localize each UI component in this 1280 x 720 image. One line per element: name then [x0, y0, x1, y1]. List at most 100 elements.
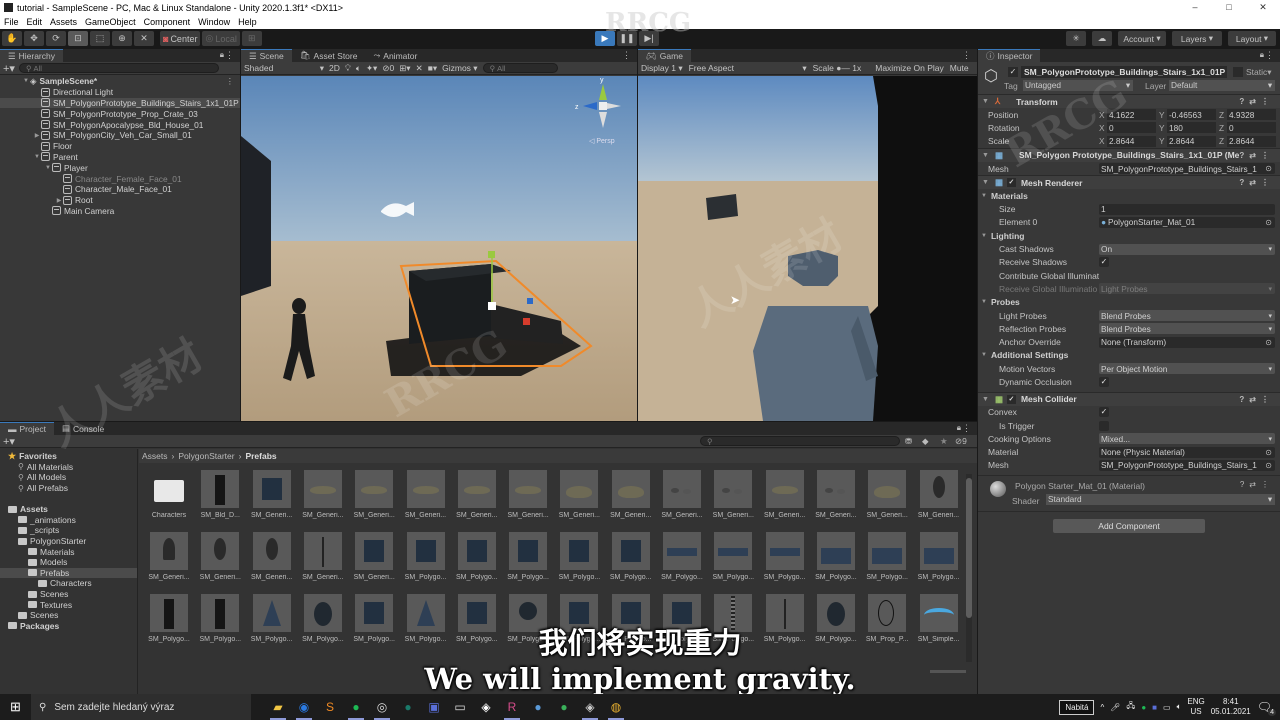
- x-value-field[interactable]: 0: [1107, 122, 1156, 134]
- menu-help[interactable]: Help: [234, 17, 261, 27]
- asset-item[interactable]: SM_Generi...: [403, 470, 449, 526]
- search-by-type-icon[interactable]: ⛃: [905, 436, 912, 447]
- spotify-icon[interactable]: ●: [343, 694, 369, 720]
- transform-tool-icon[interactable]: ⊕: [112, 31, 132, 46]
- element0-field[interactable]: ● PolygonStarter_Mat_01: [1099, 216, 1275, 228]
- help-icon[interactable]: ?: [1240, 480, 1249, 489]
- hidden-objects-toggle[interactable]: ⊘0: [382, 63, 394, 74]
- transform-row-label[interactable]: Position: [988, 110, 1018, 120]
- asset-item[interactable]: SM_Generi...: [505, 470, 551, 526]
- cloud-icon[interactable]: ☁: [1092, 31, 1112, 46]
- hierarchy-item[interactable]: SM_PolygonApocalypse_Bld_House_01: [0, 119, 240, 130]
- scene-menu-icon[interactable]: ⋮: [226, 76, 234, 86]
- component-menu-icon[interactable]: ⋮: [1261, 480, 1274, 489]
- tag-dropdown[interactable]: Untagged ▾: [1023, 80, 1133, 91]
- mesh-collider-component-header[interactable]: ▼ ▦ ✓ Mesh Collider ?⇄⋮: [978, 391, 1280, 406]
- project-tree-item[interactable]: ★ Favorites: [0, 451, 137, 462]
- project-tree-item[interactable]: Scenes: [0, 589, 137, 600]
- asset-item[interactable]: SM_Generi...: [916, 470, 962, 526]
- tab-asset-store[interactable]: 🛍︎ Asset Store: [292, 49, 366, 62]
- asset-item[interactable]: SM_Polygo...: [659, 532, 705, 588]
- project-tree-item[interactable]: PolygonStarter: [0, 536, 137, 547]
- x-value-field[interactable]: 4.1622: [1107, 109, 1156, 121]
- layers-dropdown[interactable]: Layers ▾: [1172, 31, 1222, 46]
- move-tool-icon[interactable]: ✥: [24, 31, 44, 46]
- audio-toggle-icon[interactable]: 🔈︎: [356, 63, 361, 74]
- hierarchy-search-input[interactable]: ⚲ All: [18, 63, 219, 73]
- tab-game[interactable]: 🎮︎ Game: [638, 49, 691, 62]
- lighting-toggle-icon[interactable]: 💡︎: [345, 63, 351, 74]
- pivot-local-toggle[interactable]: ◎ Local: [202, 31, 240, 46]
- collider-material-field[interactable]: None (Physic Material): [1099, 446, 1275, 458]
- hierarchy-item[interactable]: Floor: [0, 141, 240, 152]
- y-value-field[interactable]: 2.8644: [1167, 135, 1216, 147]
- cooking-options-dropdown[interactable]: Mixed...: [1099, 433, 1275, 445]
- contribute-gi-checkbox[interactable]: [1099, 271, 1109, 281]
- minimize-button[interactable]: –: [1178, 0, 1212, 15]
- transform-row-label[interactable]: Scale: [988, 136, 1009, 146]
- component-menu-icon[interactable]: ⋮: [1261, 151, 1274, 160]
- scene-root[interactable]: ▼ ◈ SampleScene* ⋮: [0, 76, 240, 87]
- display-dropdown[interactable]: Display 1 ▾: [641, 63, 683, 74]
- rider-icon[interactable]: R: [499, 694, 525, 720]
- custom-tool-icon[interactable]: ✕: [134, 31, 154, 46]
- materials-foldout[interactable]: ▼ Materials: [978, 189, 1280, 202]
- menu-assets[interactable]: Assets: [46, 17, 81, 27]
- kebab-menu-icon[interactable]: ⋮: [225, 50, 234, 61]
- asset-item[interactable]: SM_Generi...: [710, 470, 756, 526]
- asset-item[interactable]: SM_Polygo...: [864, 532, 910, 588]
- component-actions[interactable]: ?⇄⋮: [1239, 395, 1274, 404]
- asset-item[interactable]: Characters: [146, 470, 192, 526]
- presets-icon[interactable]: ⇄: [1249, 178, 1261, 187]
- menu-gameobject[interactable]: GameObject: [81, 17, 140, 27]
- y-value-field[interactable]: -0.46563: [1167, 109, 1216, 121]
- hierarchy-item[interactable]: Main Camera: [0, 206, 240, 217]
- mesh-filter-component-header[interactable]: ▼ ▦ SM_Polygon Prototype_Buildings_Stair…: [978, 147, 1280, 162]
- unity-icon[interactable]: ◈: [473, 694, 499, 720]
- asset-item[interactable]: SM_Polygo...: [710, 532, 756, 588]
- aspect-dropdown[interactable]: Free Aspect ▾: [689, 63, 807, 74]
- active-checkbox[interactable]: ✓: [1008, 67, 1018, 77]
- tab-console[interactable]: ▤ Console: [54, 422, 112, 435]
- save-app-icon[interactable]: ▣: [421, 694, 447, 720]
- component-actions[interactable]: ?⇄⋮: [1240, 480, 1274, 489]
- asset-item[interactable]: SM_Polygo...: [505, 532, 551, 588]
- hierarchy-item[interactable]: ▶ SM_PolygonCity_Veh_Car_Small_01: [0, 130, 240, 141]
- x-axis-label[interactable]: X: [1099, 123, 1105, 133]
- kebab-menu-icon[interactable]: ⋮: [622, 50, 631, 61]
- tab-animator[interactable]: ⤳ Animator: [365, 49, 425, 62]
- persp-label[interactable]: ◁ Persp: [589, 138, 615, 145]
- asset-item[interactable]: SM_Polygo...: [916, 532, 962, 588]
- notification-center-icon[interactable]: 🗨︎ 4: [1257, 700, 1276, 716]
- grid-toggle-icon[interactable]: ⊞▾: [399, 63, 410, 74]
- x-axis-label[interactable]: X: [1099, 110, 1105, 120]
- pause-button[interactable]: ❚❚: [617, 31, 637, 46]
- sublime-icon[interactable]: S: [317, 694, 343, 720]
- transform-row-label[interactable]: Rotation: [988, 123, 1020, 133]
- static-dropdown[interactable]: Static▾: [1246, 67, 1272, 78]
- asset-item[interactable]: SM_Polygo...: [813, 532, 859, 588]
- cast-shadows-dropdown[interactable]: On: [1099, 243, 1275, 255]
- z-axis-label[interactable]: Z: [1219, 110, 1224, 120]
- breadcrumb-assets[interactable]: Assets: [142, 451, 168, 461]
- scale-slider[interactable]: Scale ●— 1x: [813, 63, 862, 73]
- asset-item[interactable]: SM_Generi...: [249, 532, 295, 588]
- component-menu-icon[interactable]: ⋮: [1261, 178, 1274, 187]
- foldout-arrow-icon[interactable]: ▼: [982, 179, 989, 186]
- reflection-probes-dropdown[interactable]: Blend Probes: [1099, 323, 1275, 335]
- mesh-collider-enabled-checkbox[interactable]: ✓: [1006, 394, 1016, 404]
- expand-arrow-icon[interactable]: ▼: [22, 78, 30, 84]
- component-actions[interactable]: ?⇄⋮: [1239, 97, 1274, 106]
- y-handle-cube[interactable]: [488, 251, 495, 258]
- presets-icon[interactable]: ⇄: [1249, 480, 1261, 489]
- motion-vectors-dropdown[interactable]: Per Object Motion: [1099, 363, 1275, 375]
- component-actions[interactable]: ?⇄⋮: [1239, 150, 1274, 160]
- project-tree-item[interactable]: ⚲ All Materials: [0, 462, 137, 473]
- add-component-button[interactable]: Add Component: [1053, 519, 1205, 534]
- effects-dropdown-icon[interactable]: ✦▾: [366, 63, 377, 74]
- maximize-button[interactable]: □: [1212, 0, 1246, 15]
- create-add-button[interactable]: +▾: [3, 62, 15, 75]
- hierarchy-item[interactable]: ▶ Root: [0, 195, 240, 206]
- foldout-arrow-icon[interactable]: ▼: [982, 396, 989, 403]
- taskbar-search-input[interactable]: ⚲ Sem zadejte hledaný výraz: [31, 694, 251, 720]
